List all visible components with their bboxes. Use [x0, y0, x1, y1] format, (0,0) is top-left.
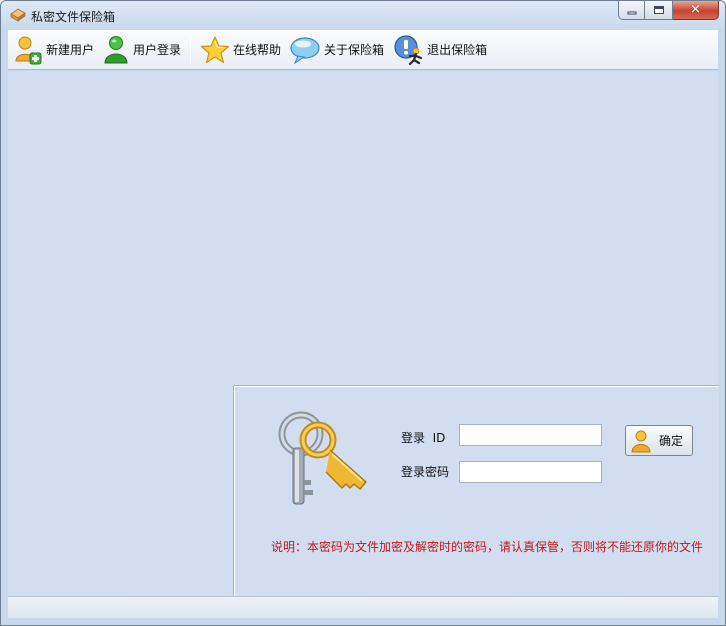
window-controls: ✕: [618, 1, 719, 21]
login-id-input[interactable]: [459, 424, 602, 446]
toolbar-login-label: 用户登录: [133, 43, 182, 57]
login-password-label: 登录密码: [401, 465, 450, 479]
safe-app-icon: [10, 8, 26, 22]
speech-bubble-icon: [290, 36, 320, 64]
toolbar-about-label: 关于保险箱: [324, 43, 385, 57]
toolbar-new-user-label: 新建用户: [46, 43, 95, 57]
toolbar-exit-button[interactable]: 退出保险箱: [389, 32, 490, 68]
toolbar-new-user-button[interactable]: 新建用户: [10, 32, 97, 68]
login-id-label: 登录 ID: [401, 431, 446, 445]
status-bar: [8, 596, 718, 618]
minimize-icon: [627, 11, 636, 15]
add-user-icon: [15, 36, 42, 64]
maximize-button[interactable]: [645, 1, 673, 20]
toolbar-about-button[interactable]: 关于保险箱: [286, 32, 387, 68]
star-icon: [200, 35, 230, 63]
maximize-icon: [653, 6, 664, 14]
close-button[interactable]: ✕: [673, 1, 719, 20]
toolbar-login-button[interactable]: 用户登录: [99, 32, 184, 68]
close-icon: ✕: [690, 2, 701, 18]
window-title: 私密文件保险箱: [31, 10, 116, 24]
confirm-button[interactable]: 确定: [625, 425, 693, 456]
user-icon: [104, 35, 128, 63]
login-password-input[interactable]: [459, 461, 602, 483]
toolbar-separator: [190, 35, 192, 64]
title-bar[interactable]: 私密文件保险箱 ✕: [1, 1, 725, 30]
toolbar-help-label: 在线帮助: [233, 43, 282, 57]
toolbar-exit-label: 退出保险箱: [427, 43, 488, 57]
keys-icon: [278, 411, 367, 505]
login-panel: 登录 ID 登录密码 确定 说明：本密码为文件加密及解密时的密码，请认真保管，否…: [233, 385, 719, 596]
password-note: 说明：本密码为文件加密及解密时的密码，请认真保管，否则将不能还原你的文件: [271, 540, 704, 554]
confirm-button-label: 确定: [659, 434, 684, 448]
user-icon: [631, 430, 651, 452]
minimize-button[interactable]: [618, 1, 645, 20]
toolbar: 新建用户 用户登录 在线帮助 关于保险箱 退出保险箱: [8, 30, 718, 70]
exit-runner-icon: [394, 34, 423, 65]
toolbar-help-button[interactable]: 在线帮助: [197, 32, 284, 68]
app-window: 私密文件保险箱 ✕ 新建用户 用户登录 在线帮助 关于保险箱 退出保险箱 登录 …: [0, 0, 726, 626]
